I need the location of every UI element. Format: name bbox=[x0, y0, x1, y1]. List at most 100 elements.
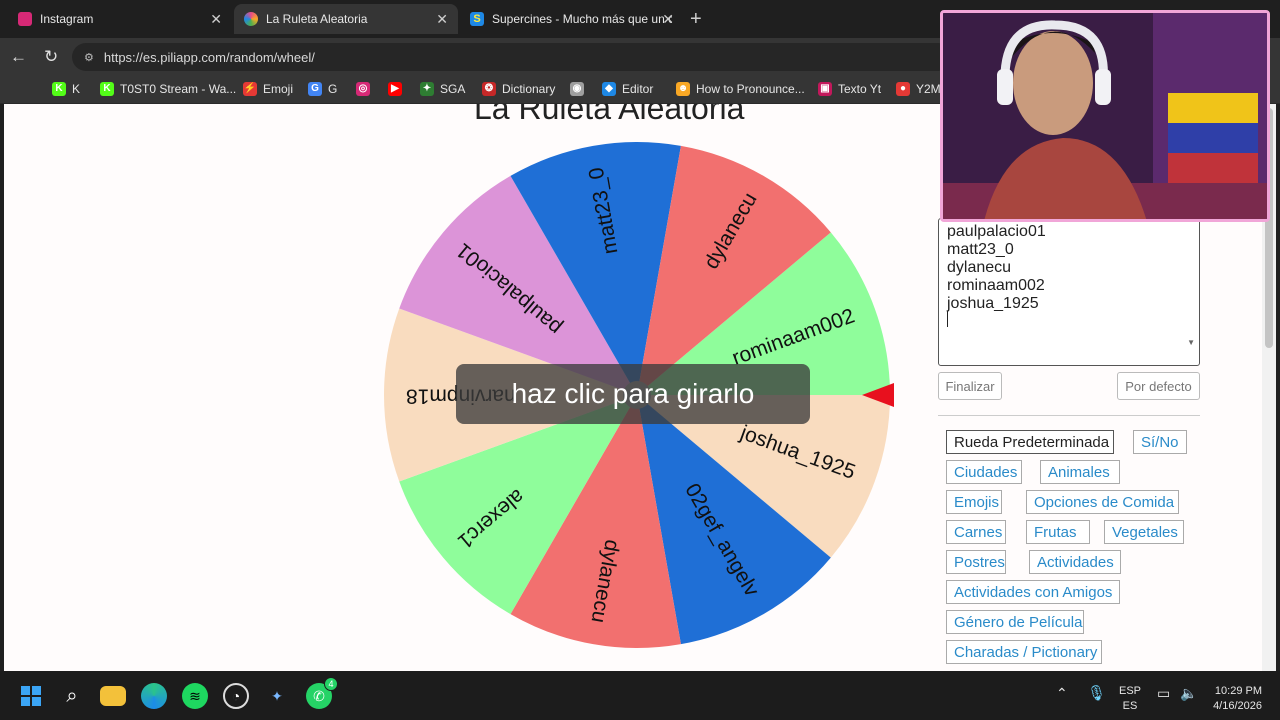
bookmark-icon: ◎ bbox=[356, 82, 370, 96]
bookmark-item[interactable]: ✦ SGA bbox=[420, 82, 465, 96]
bookmark-label: Emoji bbox=[263, 82, 294, 96]
bookmark-icon: ❂ bbox=[482, 82, 496, 96]
tab-supercines[interactable]: S Supercines - Mucho más que un c ✕ bbox=[460, 4, 684, 34]
divider bbox=[938, 415, 1200, 416]
taskbar: ⌕ ≋ ◔ ✦ ✆ 4 ⌃ 🎙 ESP ES ▭ 🔈 10:29 PM 4/16… bbox=[0, 671, 1280, 720]
preset-button[interactable]: Actividades con Amigos bbox=[946, 580, 1120, 604]
bookmark-item[interactable]: ☻ How to Pronounce... bbox=[676, 82, 805, 96]
language-code: ESP bbox=[1119, 685, 1142, 697]
volume-icon[interactable]: 🔈 bbox=[1180, 685, 1197, 702]
bookmark-icon: ◉ bbox=[570, 82, 584, 96]
piliapp-icon bbox=[244, 12, 258, 26]
preset-button[interactable]: Actividades bbox=[1029, 550, 1121, 574]
clock[interactable]: 10:29 PM 4/16/2026 bbox=[1206, 684, 1262, 714]
scroll-down-icon[interactable]: ▼ bbox=[1187, 338, 1195, 347]
bookmark-icon: K bbox=[100, 82, 114, 96]
bookmark-label: SGA bbox=[440, 82, 466, 96]
tab-ruleta[interactable]: La Ruleta Aleatoria ✕ bbox=[234, 4, 458, 34]
bookmark-icon: ● bbox=[896, 82, 910, 96]
webcam-person-illustration bbox=[943, 13, 1267, 219]
finish-button[interactable]: Finalizar bbox=[938, 372, 1002, 400]
network-icon[interactable]: ▭ bbox=[1157, 685, 1170, 702]
microphone-icon[interactable]: 🎙 bbox=[1087, 684, 1106, 702]
name-entry: dylanecu bbox=[947, 259, 1012, 276]
close-icon[interactable]: ✕ bbox=[662, 11, 674, 28]
search-icon[interactable]: ⌕ bbox=[59, 683, 85, 709]
bookmark-item[interactable]: ◉ bbox=[570, 82, 590, 96]
preset-button[interactable]: Charadas / Pictionary bbox=[946, 640, 1102, 664]
bookmark-icon: ▶ bbox=[388, 82, 402, 96]
preset-button[interactable]: Ciudades bbox=[946, 460, 1022, 484]
bookmark-icon: ◆ bbox=[602, 82, 616, 96]
bookmark-item[interactable]: K T0ST0 Stream - Wa... bbox=[100, 82, 236, 96]
preset-button[interactable]: Vegetales bbox=[1104, 520, 1184, 544]
tray-chevron-icon[interactable]: ⌃ bbox=[1056, 685, 1068, 702]
preset-button[interactable]: Emojis bbox=[946, 490, 1002, 514]
bookmark-item[interactable]: ❂ Dictionary bbox=[482, 82, 555, 96]
close-icon[interactable]: ✕ bbox=[436, 11, 448, 28]
preset-button[interactable]: Género de Película bbox=[946, 610, 1084, 634]
bookmark-label: G bbox=[328, 82, 338, 96]
bookmark-item[interactable]: ◆ Editor bbox=[602, 82, 653, 96]
preset-button[interactable]: Carnes bbox=[946, 520, 1006, 544]
file-explorer-icon[interactable] bbox=[100, 686, 126, 706]
bookmark-label: K bbox=[72, 82, 81, 96]
url-text: https://es.piliapp.com/random/wheel/ bbox=[103, 49, 315, 65]
tab-title: La Ruleta Aleatoria bbox=[266, 12, 368, 26]
bookmark-icon: ▣ bbox=[818, 82, 832, 96]
bookmark-label: Editor bbox=[622, 82, 654, 96]
language-indicator[interactable]: ESP ES bbox=[1119, 684, 1141, 714]
name-entry: matt23_0 bbox=[947, 241, 1014, 258]
edge-icon[interactable] bbox=[141, 683, 167, 709]
new-tab-button[interactable]: + bbox=[690, 8, 702, 31]
app-icon[interactable]: ✦ bbox=[264, 683, 290, 709]
bookmark-icon: ☻ bbox=[676, 82, 690, 96]
spin-hint-overlay[interactable]: haz clic para girarlo bbox=[456, 364, 810, 424]
bookmark-item[interactable]: ◎ bbox=[356, 82, 376, 96]
webcam-overlay bbox=[940, 10, 1270, 222]
supercines-icon: S bbox=[470, 12, 484, 26]
text-caret bbox=[947, 311, 948, 327]
name-entry: paulpalacio01 bbox=[947, 223, 1046, 240]
page-title: La Ruleta Aleatoria bbox=[474, 104, 745, 126]
tab-instagram[interactable]: Instagram ✕ bbox=[8, 4, 232, 34]
tab-title: Instagram bbox=[40, 12, 94, 26]
url-field[interactable]: ⚙ https://es.piliapp.com/random/wheel/ bbox=[72, 43, 952, 71]
preset-button[interactable]: Postres bbox=[946, 550, 1006, 574]
tab-title: Supercines - Mucho más que un c bbox=[492, 12, 672, 26]
preset-button[interactable]: Rueda Predeterminada bbox=[946, 430, 1114, 454]
preset-button[interactable]: Frutas bbox=[1026, 520, 1090, 544]
bookmark-icon: ✦ bbox=[420, 82, 434, 96]
bookmark-icon: G bbox=[308, 82, 322, 96]
time: 10:29 PM bbox=[1214, 685, 1262, 697]
preset-button[interactable]: Sí/No bbox=[1133, 430, 1187, 454]
preset-button[interactable]: Opciones de Comida bbox=[1026, 490, 1179, 514]
bookmark-item[interactable]: ● Y2M bbox=[896, 82, 941, 96]
bookmark-item[interactable]: GG bbox=[308, 82, 337, 96]
windows-start-icon[interactable] bbox=[18, 683, 44, 709]
keyboard-code: ES bbox=[1122, 700, 1138, 712]
bookmark-item[interactable]: ▣ Texto Yt bbox=[818, 82, 881, 96]
bookmark-label: Texto Yt bbox=[838, 82, 882, 96]
instagram-icon bbox=[18, 12, 32, 26]
bookmark-label: T0ST0 Stream - Wa... bbox=[120, 82, 237, 96]
bookmark-item[interactable]: ▶ bbox=[388, 82, 408, 96]
whatsapp-icon[interactable]: ✆ 4 bbox=[306, 677, 338, 709]
back-icon[interactable]: ← bbox=[10, 47, 27, 67]
names-textarea[interactable]: paulpalacio01 matt23_0 dylanecu rominaam002… bbox=[938, 218, 1200, 366]
bookmark-icon: K bbox=[52, 82, 66, 96]
notification-badge: 4 bbox=[324, 677, 338, 691]
obs-icon[interactable]: ◔ bbox=[223, 683, 249, 709]
spotify-icon[interactable]: ≋ bbox=[182, 683, 208, 709]
windows-logo bbox=[21, 686, 41, 706]
site-info-icon[interactable]: ⚙ bbox=[84, 51, 94, 64]
bookmark-label: Y2M bbox=[916, 82, 941, 96]
reload-icon[interactable]: ↻ bbox=[44, 47, 58, 67]
bookmark-item[interactable]: KK bbox=[52, 82, 80, 96]
names-list: paulpalacio01 matt23_0 dylanecu rominaam002… bbox=[939, 223, 1046, 313]
bookmark-item[interactable]: ⚡ Emoji bbox=[243, 82, 293, 96]
preset-button[interactable]: Animales bbox=[1040, 460, 1120, 484]
default-button[interactable]: Por defecto bbox=[1117, 372, 1200, 400]
close-icon[interactable]: ✕ bbox=[210, 11, 222, 28]
bookmark-label: Dictionary bbox=[502, 82, 556, 96]
